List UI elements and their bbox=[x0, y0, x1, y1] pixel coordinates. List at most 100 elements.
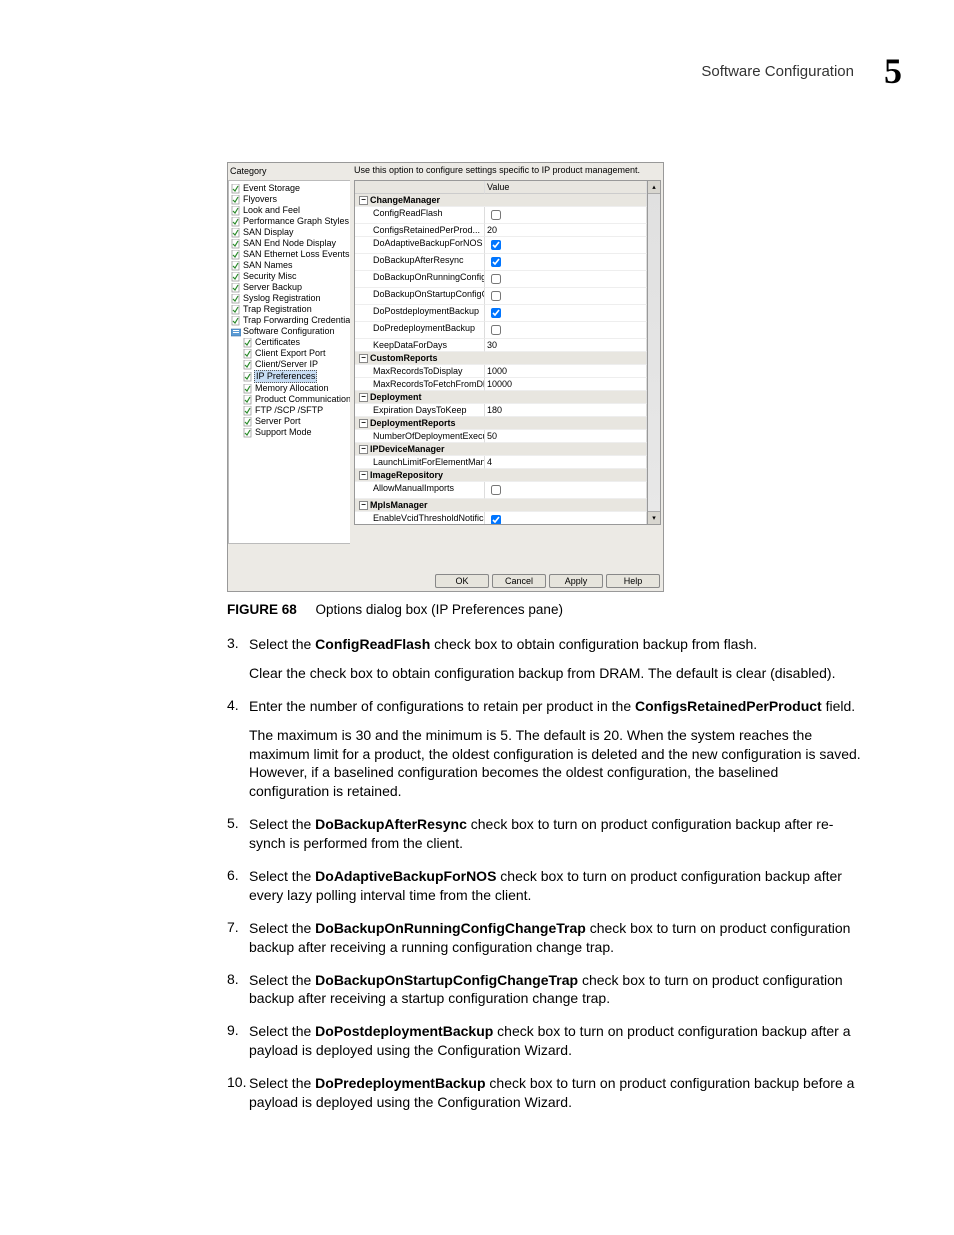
property-row: NumberOfDeploymentExecu50 bbox=[355, 430, 647, 443]
tree-item[interactable]: Event Storage bbox=[229, 183, 350, 194]
property-value[interactable]: 50 bbox=[485, 430, 647, 443]
property-checkbox[interactable] bbox=[491, 257, 501, 267]
page-icon bbox=[231, 239, 241, 249]
property-name: DoPredeploymentBackup bbox=[355, 322, 485, 339]
page-icon bbox=[231, 228, 241, 238]
tree-item[interactable]: SAN Names bbox=[229, 260, 350, 271]
property-checkbox[interactable] bbox=[491, 274, 501, 284]
step-item: 10.Select the DoPredeploymentBackup chec… bbox=[227, 1074, 862, 1112]
scroll-up-icon[interactable]: ▴ bbox=[648, 181, 660, 194]
collapse-icon[interactable]: − bbox=[359, 393, 368, 402]
property-row: ConfigsRetainedPerProd...20 bbox=[355, 224, 647, 237]
property-value[interactable]: 180 bbox=[485, 404, 647, 417]
tree-item[interactable]: Flyovers bbox=[229, 194, 350, 205]
page-icon bbox=[231, 294, 241, 304]
tree-item[interactable]: Software Configuration bbox=[229, 326, 350, 337]
tree-item[interactable]: IP Preferences bbox=[229, 370, 350, 383]
property-group-row[interactable]: −Deployment bbox=[355, 391, 647, 404]
property-value[interactable] bbox=[485, 237, 647, 254]
tree-item[interactable]: Memory Allocation bbox=[229, 383, 350, 394]
property-checkbox[interactable] bbox=[491, 240, 501, 250]
collapse-icon[interactable]: − bbox=[359, 196, 368, 205]
page-icon bbox=[231, 316, 241, 326]
property-row: KeepDataForDays30 bbox=[355, 339, 647, 352]
tree-item[interactable]: SAN Display bbox=[229, 227, 350, 238]
property-name: KeepDataForDays bbox=[355, 339, 485, 352]
property-value[interactable]: 4 bbox=[485, 456, 647, 469]
property-value[interactable] bbox=[485, 207, 647, 224]
property-group-row[interactable]: −MplsManager bbox=[355, 499, 647, 512]
tree-item[interactable]: Product Communication bbox=[229, 394, 350, 405]
pane-description: Use this option to configure settings sp… bbox=[354, 165, 661, 176]
property-value[interactable] bbox=[485, 482, 647, 499]
page-icon bbox=[243, 406, 253, 416]
collapse-icon[interactable]: − bbox=[359, 471, 368, 480]
apply-button[interactable]: Apply bbox=[549, 574, 603, 588]
property-value[interactable]: 10000 bbox=[485, 378, 647, 391]
property-checkbox[interactable] bbox=[491, 515, 501, 525]
property-checkbox[interactable] bbox=[491, 210, 501, 220]
step-number: 9. bbox=[227, 1022, 249, 1060]
property-row: LaunchLimitForElementMana4 bbox=[355, 456, 647, 469]
ok-button[interactable]: OK bbox=[435, 574, 489, 588]
tree-item[interactable]: Server Backup bbox=[229, 282, 350, 293]
value-column-header: Value bbox=[485, 181, 647, 194]
property-checkbox[interactable] bbox=[491, 308, 501, 318]
tree-item[interactable]: SAN End Node Display bbox=[229, 238, 350, 249]
tree-item[interactable]: Certificates bbox=[229, 337, 350, 348]
step-item: 6.Select the DoAdaptiveBackupForNOS chec… bbox=[227, 867, 862, 905]
folder-icon bbox=[231, 327, 241, 337]
collapse-icon[interactable]: − bbox=[359, 354, 368, 363]
property-group-label: DeploymentReports bbox=[370, 417, 456, 429]
collapse-icon[interactable]: − bbox=[359, 501, 368, 510]
property-name: MaxRecordsToFetchFromDb bbox=[355, 378, 485, 391]
collapse-icon[interactable]: − bbox=[359, 445, 368, 454]
tree-item[interactable]: Trap Forwarding Credentials bbox=[229, 315, 350, 326]
collapse-icon[interactable]: − bbox=[359, 419, 368, 428]
tree-item[interactable]: FTP /SCP /SFTP bbox=[229, 405, 350, 416]
page-icon bbox=[243, 349, 253, 359]
property-value[interactable]: 1000 bbox=[485, 365, 647, 378]
property-value[interactable] bbox=[485, 512, 647, 525]
property-value[interactable] bbox=[485, 271, 647, 288]
property-checkbox[interactable] bbox=[491, 485, 501, 495]
tree-item[interactable]: Look and Feel bbox=[229, 205, 350, 216]
help-button[interactable]: Help bbox=[606, 574, 660, 588]
tree-item[interactable]: SAN Ethernet Loss Events bbox=[229, 249, 350, 260]
property-group-row[interactable]: −CustomReports bbox=[355, 352, 647, 365]
step-body: Select the DoBackupOnStartupConfigChange… bbox=[249, 971, 862, 1009]
tree-item[interactable]: Support Mode bbox=[229, 427, 350, 438]
property-value[interactable] bbox=[485, 305, 647, 322]
property-value[interactable] bbox=[485, 288, 647, 305]
step-paragraph: Enter the number of configurations to re… bbox=[249, 697, 862, 716]
tree-item[interactable]: Server Port bbox=[229, 416, 350, 427]
step-paragraph: Select the DoPredeploymentBackup check b… bbox=[249, 1074, 862, 1112]
cancel-button[interactable]: Cancel bbox=[492, 574, 546, 588]
property-value[interactable] bbox=[485, 254, 647, 271]
scrollbar[interactable]: ▴ ▾ bbox=[648, 180, 661, 525]
property-checkbox[interactable] bbox=[491, 291, 501, 301]
tree-item[interactable]: Trap Registration bbox=[229, 304, 350, 315]
property-checkbox[interactable] bbox=[491, 325, 501, 335]
tree-item[interactable]: Performance Graph Styles bbox=[229, 216, 350, 227]
tree-item[interactable]: Syslog Registration bbox=[229, 293, 350, 304]
property-row: DoBackupOnStartupConfigC... bbox=[355, 288, 647, 305]
property-value[interactable] bbox=[485, 322, 647, 339]
property-group-row[interactable]: −DeploymentReports bbox=[355, 417, 647, 430]
page-icon bbox=[231, 283, 241, 293]
step-body: Select the DoBackupAfterResync check box… bbox=[249, 815, 862, 853]
step-body: Select the ConfigReadFlash check box to … bbox=[249, 635, 835, 683]
scroll-down-icon[interactable]: ▾ bbox=[648, 511, 660, 524]
property-group-row[interactable]: −ChangeManager bbox=[355, 194, 647, 207]
property-group-row[interactable]: −IPDeviceManager bbox=[355, 443, 647, 456]
step-number: 5. bbox=[227, 815, 249, 853]
property-value[interactable]: 20 bbox=[485, 224, 647, 237]
category-tree: Event StorageFlyoversLook and FeelPerfor… bbox=[228, 180, 350, 544]
property-row: DoPostdeploymentBackup bbox=[355, 305, 647, 322]
page-icon bbox=[231, 272, 241, 282]
property-value[interactable]: 30 bbox=[485, 339, 647, 352]
tree-item[interactable]: Client Export Port bbox=[229, 348, 350, 359]
tree-item[interactable]: Client/Server IP bbox=[229, 359, 350, 370]
property-group-row[interactable]: −ImageRepository bbox=[355, 469, 647, 482]
tree-item[interactable]: Security Misc bbox=[229, 271, 350, 282]
